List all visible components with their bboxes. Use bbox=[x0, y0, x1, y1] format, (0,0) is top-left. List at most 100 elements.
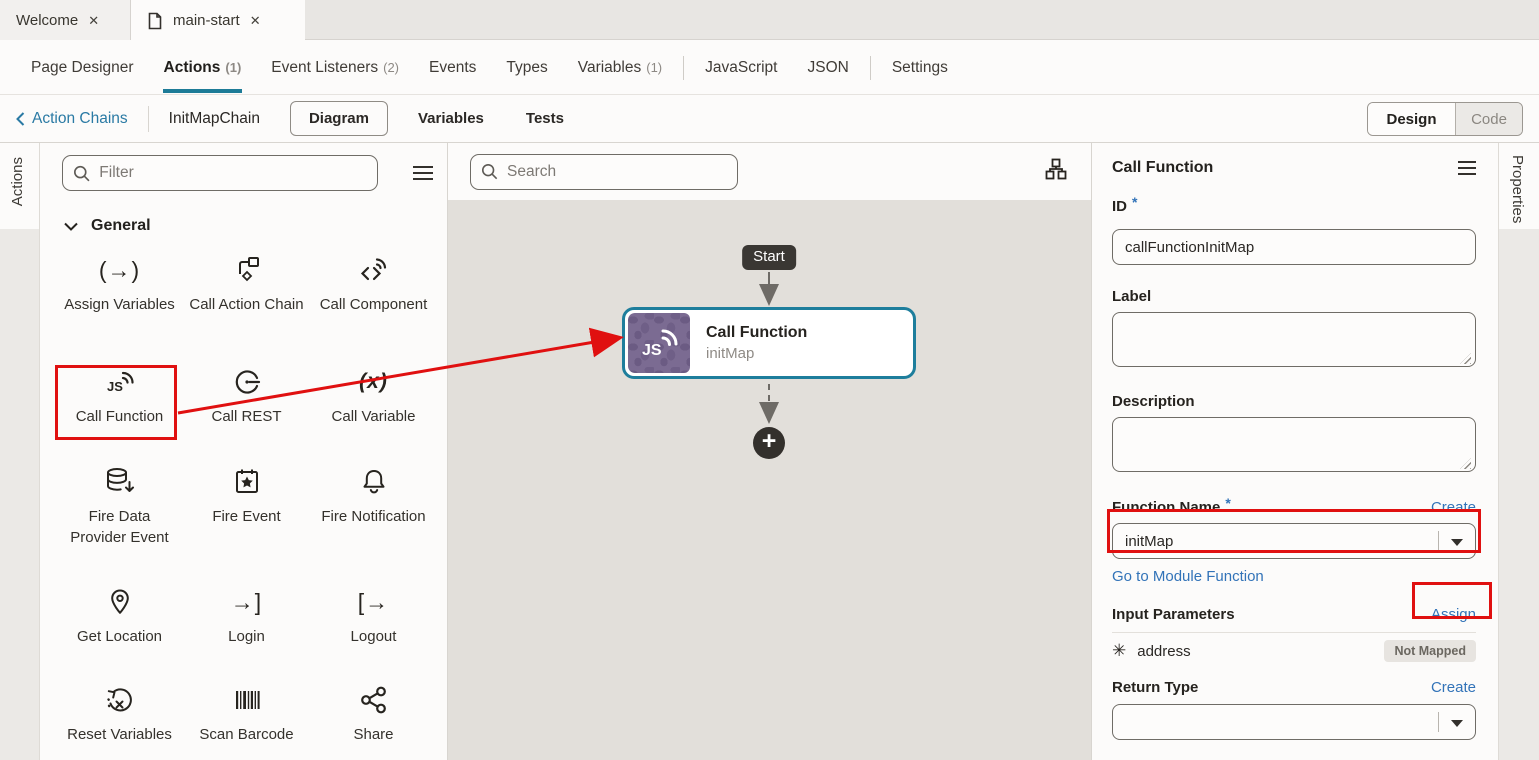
canvas-search-input[interactable] bbox=[507, 163, 727, 181]
palette-item-call-variable[interactable]: (x) Call Variable bbox=[310, 363, 437, 463]
design-button[interactable]: Design bbox=[1368, 103, 1456, 135]
reset-variables-icon bbox=[104, 683, 136, 717]
required-marker: * bbox=[1132, 194, 1137, 210]
id-input[interactable] bbox=[1112, 229, 1476, 265]
palette-item-fire-event[interactable]: Fire Event bbox=[183, 463, 310, 583]
design-code-toggle: Design Code bbox=[1367, 102, 1523, 136]
assign-variables-icon: (→) bbox=[99, 253, 140, 287]
code-button[interactable]: Code bbox=[1456, 103, 1522, 135]
palette-menu-icon[interactable] bbox=[413, 166, 433, 180]
palette-filter-row bbox=[40, 155, 447, 191]
view-tab-variables[interactable]: Variables bbox=[404, 102, 498, 135]
parameter-name: address bbox=[1137, 643, 1190, 660]
start-node[interactable]: Start bbox=[742, 245, 796, 270]
login-icon: →] bbox=[231, 585, 262, 619]
return-type-create-link[interactable]: Create bbox=[1431, 679, 1476, 696]
nav-divider bbox=[870, 56, 871, 80]
tab-main-start-label: main-start bbox=[173, 12, 240, 29]
side-tab-actions[interactable]: Actions bbox=[9, 157, 26, 206]
palette-item-login[interactable]: →] Login bbox=[183, 583, 310, 681]
right-side-strip: Properties bbox=[1498, 143, 1539, 760]
back-to-action-chains-link[interactable]: Action Chains bbox=[16, 110, 128, 128]
palette-item-get-location[interactable]: Get Location bbox=[56, 583, 183, 681]
caret-down-icon bbox=[1451, 539, 1463, 546]
logout-icon: [→ bbox=[358, 585, 389, 619]
document-tab-strip: Welcome ✕ main-start ✕ bbox=[0, 0, 1539, 40]
input-parameters-label: Input Parameters bbox=[1112, 605, 1235, 623]
tab-main-start[interactable]: main-start ✕ bbox=[131, 0, 305, 41]
svg-text:JS: JS bbox=[642, 342, 662, 359]
svg-text:JS: JS bbox=[107, 379, 123, 394]
filter-box[interactable] bbox=[62, 155, 378, 191]
action-chain-toolbar: Action Chains InitMapChain Diagram Varia… bbox=[0, 95, 1539, 143]
add-action-button[interactable]: + bbox=[753, 427, 785, 459]
visual-builder-app: Welcome ✕ main-start ✕ Page Designer Act… bbox=[0, 0, 1539, 760]
function-name-select[interactable]: initMap bbox=[1112, 523, 1476, 559]
view-tab-tests[interactable]: Tests bbox=[512, 102, 578, 135]
view-tab-diagram[interactable]: Diagram bbox=[290, 101, 388, 136]
tab-settings[interactable]: Settings bbox=[877, 41, 963, 95]
assign-link[interactable]: Assign bbox=[1431, 606, 1476, 623]
properties-menu-icon[interactable] bbox=[1458, 161, 1476, 175]
label-textarea[interactable] bbox=[1112, 312, 1476, 367]
label-label: Label bbox=[1112, 287, 1476, 305]
event-listeners-count: (2) bbox=[383, 60, 399, 75]
call-variable-icon: (x) bbox=[359, 365, 388, 399]
filter-input[interactable] bbox=[99, 164, 367, 182]
call-component-icon bbox=[359, 253, 389, 287]
function-name-label: Function Name bbox=[1112, 499, 1220, 516]
parameter-asterisk-icon: ✳ bbox=[1112, 641, 1126, 661]
canvas-search-box[interactable] bbox=[470, 154, 738, 190]
left-side-strip: Actions bbox=[0, 143, 40, 760]
palette-item-fire-data-provider-event[interactable]: Fire Data Provider Event bbox=[56, 463, 183, 583]
palette-item-share[interactable]: Share bbox=[310, 681, 437, 760]
tab-variables[interactable]: Variables (1) bbox=[563, 41, 677, 95]
palette-item-logout[interactable]: [→ Logout bbox=[310, 583, 437, 681]
tab-javascript[interactable]: JavaScript bbox=[690, 41, 792, 95]
go-to-module-function-link[interactable]: Go to Module Function bbox=[1112, 568, 1264, 585]
palette-item-scan-barcode[interactable]: Scan Barcode bbox=[183, 681, 310, 760]
tab-events[interactable]: Events bbox=[414, 41, 491, 95]
id-label: ID bbox=[1112, 198, 1127, 215]
properties-title: Call Function bbox=[1112, 159, 1213, 177]
properties-panel: Call Function ID * Label Description Fun… bbox=[1091, 143, 1498, 760]
parameter-row-address[interactable]: ✳ address Not Mapped bbox=[1112, 633, 1476, 669]
palette-item-reset-variables[interactable]: Reset Variables bbox=[56, 681, 183, 760]
function-create-link[interactable]: Create bbox=[1431, 499, 1476, 516]
description-textarea[interactable] bbox=[1112, 417, 1476, 472]
palette-item-assign-variables[interactable]: (→) Assign Variables bbox=[56, 251, 183, 363]
palette-item-call-rest[interactable]: Call REST bbox=[183, 363, 310, 463]
tab-welcome[interactable]: Welcome ✕ bbox=[0, 0, 131, 40]
chevron-left-icon bbox=[16, 112, 25, 126]
call-function-icon: JS bbox=[104, 365, 136, 399]
tab-welcome-label: Welcome bbox=[16, 12, 78, 29]
close-icon[interactable]: ✕ bbox=[250, 14, 261, 27]
return-type-select[interactable] bbox=[1112, 704, 1476, 740]
palette-item-fire-notification[interactable]: Fire Notification bbox=[310, 463, 437, 583]
flow-connectors bbox=[448, 200, 1091, 760]
tab-actions[interactable]: Actions (1) bbox=[149, 41, 257, 95]
tab-json[interactable]: JSON bbox=[793, 41, 864, 95]
variables-count: (1) bbox=[646, 60, 662, 75]
scan-barcode-icon bbox=[232, 683, 262, 717]
tab-event-listeners[interactable]: Event Listeners (2) bbox=[256, 41, 414, 95]
fire-event-icon bbox=[232, 465, 262, 499]
get-location-icon bbox=[105, 585, 135, 619]
close-icon[interactable]: ✕ bbox=[88, 14, 99, 27]
chevron-down-icon bbox=[64, 222, 78, 231]
side-tab-properties[interactable]: Properties bbox=[1509, 155, 1526, 223]
call-function-node-icon: JS bbox=[628, 313, 690, 373]
diagram-stage[interactable]: Start JS Call Function initMap bbox=[448, 200, 1091, 760]
fire-notification-icon bbox=[359, 465, 389, 499]
module-nav: Page Designer Actions (1) Event Listener… bbox=[0, 41, 1539, 95]
description-label: Description bbox=[1112, 392, 1476, 410]
palette-item-call-component[interactable]: Call Component bbox=[310, 251, 437, 363]
palette-item-call-action-chain[interactable]: Call Action Chain bbox=[183, 251, 310, 363]
page-icon bbox=[147, 12, 163, 30]
palette-item-call-function[interactable]: JS Call Function bbox=[56, 363, 183, 463]
call-function-node[interactable]: JS Call Function initMap bbox=[622, 307, 916, 379]
section-general[interactable]: General bbox=[64, 217, 447, 235]
tab-types[interactable]: Types bbox=[491, 41, 562, 95]
tab-page-designer[interactable]: Page Designer bbox=[16, 41, 149, 95]
auto-layout-icon[interactable] bbox=[1045, 158, 1067, 185]
